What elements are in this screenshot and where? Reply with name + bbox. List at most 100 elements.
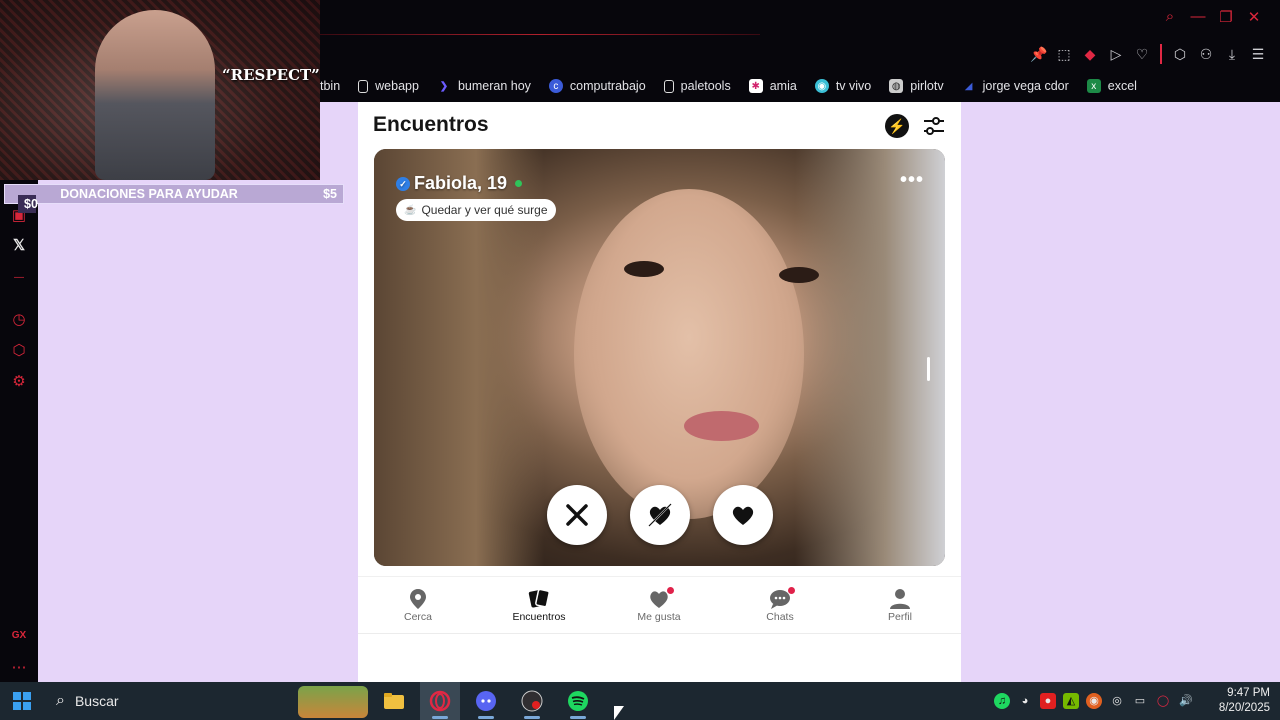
x-icon[interactable]: 𝕏 xyxy=(0,236,38,254)
browser-sidebar: ▣ 𝕏 — ◷ ⬡ ⚙ GX ⋯ xyxy=(0,180,38,682)
nvidia-tray-icon[interactable]: ◭ xyxy=(1063,693,1079,709)
profile-name: Fabiola, 19 xyxy=(414,173,508,193)
active-indicator xyxy=(524,716,540,719)
bookmark-tv-vivo[interactable]: ◉ tv vivo xyxy=(814,79,871,93)
nav-cerca[interactable]: Cerca xyxy=(368,587,468,623)
mouse-cursor xyxy=(614,706,624,720)
encuentros-panel: Encuentros ⚡ ✓ Fabiola, 19 ☕ Quedar y ve… xyxy=(358,102,961,682)
heart-icon xyxy=(732,506,754,525)
bookmark-bumeran[interactable]: ❯ bumeran hoy xyxy=(437,79,531,93)
download-icon[interactable]: ⤓ xyxy=(1224,46,1240,63)
extensions-icon[interactable]: ⬡ xyxy=(1172,46,1188,63)
nav-label: Perfil xyxy=(888,611,912,623)
discord-tray-icon[interactable]: ◕ xyxy=(1017,693,1033,709)
profile-card[interactable]: ✓ Fabiola, 19 ☕ Quedar y ver qué surge •… xyxy=(374,149,945,566)
intent-label: Quedar y ver qué surge xyxy=(421,203,548,217)
minimize-button[interactable]: — xyxy=(1190,8,1206,26)
pirlotv-icon: ◍ xyxy=(889,79,904,93)
close-icon xyxy=(566,504,588,526)
nav-label: Chats xyxy=(766,611,794,623)
nav-label: Me gusta xyxy=(637,611,681,623)
settings-icon[interactable]: ⚙ xyxy=(0,372,38,390)
donation-start: $0 xyxy=(18,195,38,213)
cards-icon xyxy=(528,588,550,608)
bookmark-pirlotv[interactable]: ◍ pirlotv xyxy=(889,79,944,93)
menu-icon[interactable]: ☰ xyxy=(1250,46,1266,63)
nav-chats[interactable]: Chats xyxy=(730,587,830,623)
bookmark-paletools[interactable]: paletools xyxy=(663,79,731,93)
heart-icon[interactable]: ♡ xyxy=(1134,46,1150,63)
volume-tray-icon[interactable]: 🔊 xyxy=(1178,693,1194,709)
opera-gx-icon[interactable] xyxy=(420,682,460,720)
location-pin-icon xyxy=(410,589,426,609)
spotify-tray-icon[interactable]: ♫ xyxy=(994,693,1010,709)
gx-icon[interactable]: GX xyxy=(0,630,38,641)
photo-scroll-indicator xyxy=(927,357,930,381)
clock-date: 8/20/2025 xyxy=(1218,702,1270,714)
opera-tray-icon[interactable]: ◯ xyxy=(1155,693,1171,709)
dislike-button[interactable] xyxy=(547,485,607,545)
clock-time: 9:47 PM xyxy=(1227,687,1270,699)
extensions-icon[interactable]: ⬡ xyxy=(0,341,38,359)
superlike-button[interactable] xyxy=(630,485,690,545)
heart-arrow-icon xyxy=(648,503,672,527)
bookmark-jorge-vega[interactable]: ◢ jorge vega cdor xyxy=(962,79,1069,93)
person-image xyxy=(95,10,215,180)
taskbar-search[interactable]: ⌕ Buscar xyxy=(48,682,368,720)
file-explorer-icon[interactable] xyxy=(374,682,414,720)
app-tray-icon[interactable]: ◉ xyxy=(1086,693,1102,709)
profile-name-row: ✓ Fabiola, 19 xyxy=(396,173,523,194)
tv-icon: ◉ xyxy=(814,79,829,93)
donation-label: DONACIONES PARA AYUDAR xyxy=(60,187,238,201)
pocket-icon[interactable]: ◆ xyxy=(1082,46,1098,63)
active-indicator xyxy=(570,716,586,719)
intent-chip: ☕ Quedar y ver qué surge xyxy=(396,199,556,221)
bottom-nav: Cerca Encuentros Me gusta Chats Perfil xyxy=(358,576,961,634)
pin-icon[interactable]: 📌 xyxy=(1030,46,1047,63)
bookmark-amia[interactable]: ✱ amia xyxy=(748,79,797,93)
boost-button[interactable]: ⚡ xyxy=(885,114,909,138)
spotify-icon[interactable] xyxy=(558,682,598,720)
network-tray-icon[interactable]: ▭ xyxy=(1132,693,1148,709)
steam-tray-icon[interactable]: ◎ xyxy=(1109,693,1125,709)
verified-icon: ✓ xyxy=(396,176,410,191)
record-tray-icon[interactable]: ● xyxy=(1040,693,1056,709)
window-controls: ⌕ — ❐ ✕ xyxy=(1162,8,1262,26)
person-icon xyxy=(890,589,910,609)
search-label: Buscar xyxy=(74,693,119,709)
search-highlight-image xyxy=(298,686,368,718)
obs-icon[interactable] xyxy=(512,682,552,720)
like-button[interactable] xyxy=(713,485,773,545)
restore-button[interactable]: ❐ xyxy=(1218,8,1234,26)
taskbar-clock[interactable]: 9:47 PM 8/20/2025 xyxy=(1219,686,1270,716)
windows-start-icon[interactable] xyxy=(13,692,31,710)
filter-icon[interactable] xyxy=(922,114,946,138)
more-icon[interactable]: ⋯ xyxy=(0,658,38,676)
photo-background-right xyxy=(795,149,945,566)
arrow-icon: ❯ xyxy=(439,80,449,92)
profile-photo xyxy=(574,189,804,519)
excel-icon: x xyxy=(1086,79,1101,93)
screenshot-icon[interactable]: ⬚ xyxy=(1056,46,1072,63)
leaf-icon: ◢ xyxy=(964,80,973,92)
bookmark-tbin[interactable]: tbin xyxy=(320,79,340,93)
system-tray: ♫ ◕ ● ◭ ◉ ◎ ▭ ◯ 🔊 xyxy=(994,693,1194,709)
close-button[interactable]: ✕ xyxy=(1246,8,1262,26)
nav-me-gusta[interactable]: Me gusta xyxy=(609,587,709,623)
windows-taskbar: ⌕ Buscar ♫ ◕ ● ◭ ◉ ◎ ▭ ◯ 🔊 9:47 PM 8/20/… xyxy=(0,682,1280,720)
notification-badge xyxy=(667,587,674,594)
coffee-icon: ☕ xyxy=(404,204,417,216)
history-icon[interactable]: ◷ xyxy=(0,310,38,328)
bookmarks-bar: tbin webapp ❯ bumeran hoy c computrabajo p… xyxy=(320,70,1280,102)
account-icon[interactable]: ⚇ xyxy=(1198,46,1214,63)
play-icon[interactable]: ▷ xyxy=(1108,46,1124,63)
more-options-icon[interactable]: ••• xyxy=(900,169,924,192)
nav-encuentros[interactable]: Encuentros xyxy=(489,587,589,623)
discord-icon[interactable] xyxy=(466,682,506,720)
bookmark-computrabajo[interactable]: c computrabajo xyxy=(548,79,646,93)
bookmark-excel[interactable]: x excel xyxy=(1086,79,1137,93)
bookmark-webapp[interactable]: webapp xyxy=(358,79,419,93)
active-indicator xyxy=(432,716,448,719)
search-icon[interactable]: ⌕ xyxy=(1162,8,1178,26)
nav-perfil[interactable]: Perfil xyxy=(850,587,950,623)
